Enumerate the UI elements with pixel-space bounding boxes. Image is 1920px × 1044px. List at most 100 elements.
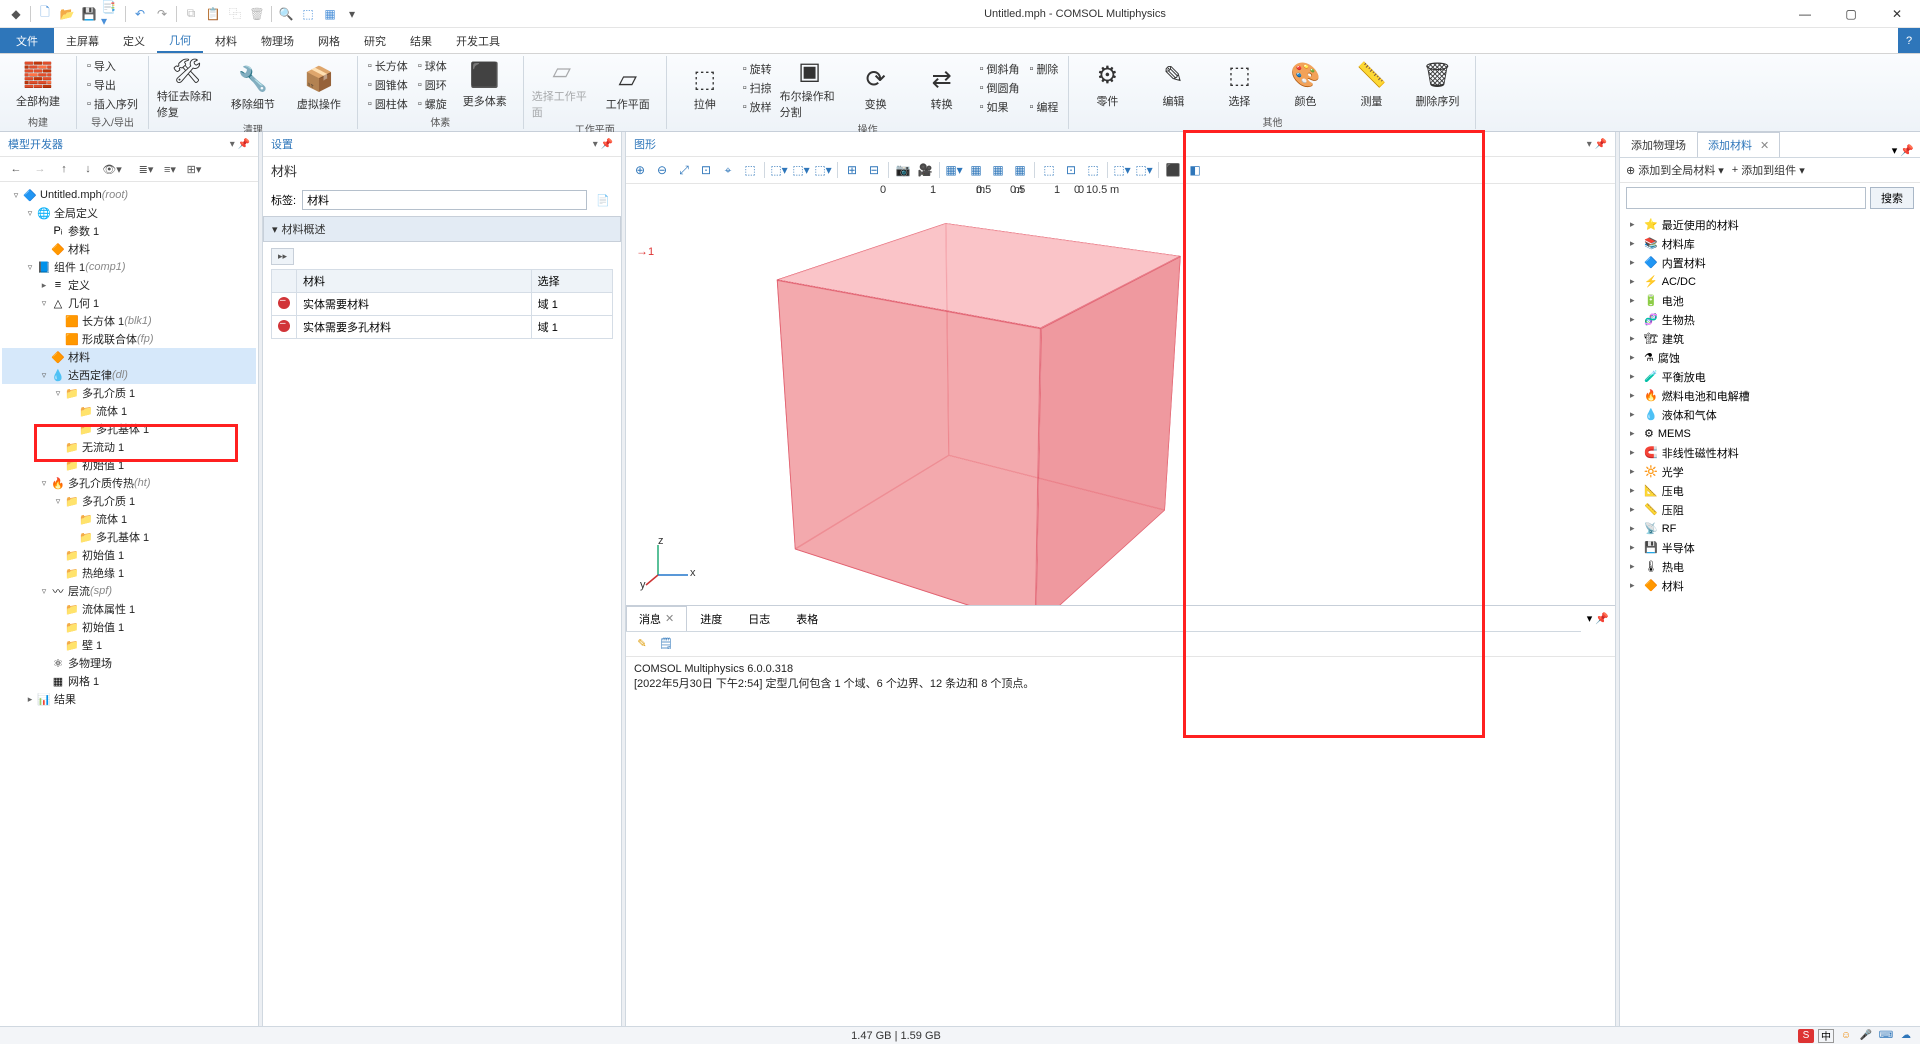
tree-up-icon[interactable]: ↑ <box>54 160 74 178</box>
material-search-button[interactable]: 搜索 <box>1870 187 1914 209</box>
qat-more-icon[interactable]: ▾ <box>342 4 362 24</box>
gfx-toolbar-icon[interactable]: ⬚▾ <box>813 160 833 180</box>
menu-tab-6[interactable]: 研究 <box>352 28 398 53</box>
menu-tab-2[interactable]: 几何 <box>157 28 203 53</box>
gfx-toolbar-icon[interactable]: ▦ <box>1010 160 1030 180</box>
ribbon-更多体素[interactable]: ⬛更多体素 <box>455 61 515 109</box>
matlib-压阻[interactable]: ▸📏压阻 <box>1624 500 1916 519</box>
ribbon-移除细节[interactable]: 🔧移除细节 <box>223 64 283 112</box>
tree-node-流体 1[interactable]: 📁流体 1 <box>2 402 256 420</box>
tree-node-初始值 1[interactable]: 📁初始值 1 <box>2 456 256 474</box>
tree-show-icon[interactable]: 👁▾ <box>102 160 122 178</box>
ribbon-导入[interactable]: ▫导入 <box>85 57 140 75</box>
tray-kb-icon[interactable]: ⌨ <box>1878 1029 1894 1043</box>
matlib-液体和气体[interactable]: ▸💧液体和气体 <box>1624 405 1916 424</box>
gfx-toolbar-icon[interactable]: ⊟ <box>864 160 884 180</box>
msgs-tab-日志[interactable]: 日志 <box>735 606 783 631</box>
menu-tab-8[interactable]: 开发工具 <box>444 28 512 53</box>
qat-select-icon[interactable]: ⬚ <box>298 4 318 24</box>
tree-node-初始值 1[interactable]: 📁初始值 1 <box>2 546 256 564</box>
tree-node-材料[interactable]: 🔶材料 <box>2 240 256 258</box>
qat-redo-icon[interactable]: ↷ <box>152 4 172 24</box>
gfx-toolbar-icon[interactable]: 📷 <box>893 160 913 180</box>
ribbon-圆柱体[interactable]: ▫圆柱体 <box>366 95 410 113</box>
tree-node-流体 1[interactable]: 📁流体 1 <box>2 510 256 528</box>
settings-pin-icon[interactable]: ▾ 📌 <box>593 139 613 150</box>
tree-node-网格 1[interactable]: ▦网格 1 <box>2 672 256 690</box>
file-menu[interactable]: 文件 <box>0 28 54 53</box>
ime-lang[interactable]: 中 <box>1818 1029 1834 1043</box>
tree-expand-icon[interactable]: ≣▾ <box>136 160 156 178</box>
tree-filter-icon[interactable]: ⊞▾ <box>184 160 204 178</box>
matlib-光学[interactable]: ▸🔆光学 <box>1624 462 1916 481</box>
tab-add-physics[interactable]: 添加物理场 <box>1620 132 1697 157</box>
ribbon-放样[interactable]: ▫放样 <box>741 98 774 116</box>
tree-node-无流动 1[interactable]: 📁无流动 1 <box>2 438 256 456</box>
help-button[interactable]: ? <box>1898 28 1920 53</box>
msgs-clear-icon[interactable]: ✎ <box>632 635 652 653</box>
tree-node-全局定义[interactable]: ▿🌐全局定义 <box>2 204 256 222</box>
gfx-toolbar-icon[interactable]: ⊡ <box>696 160 716 180</box>
ribbon-倒斜角[interactable]: ▫倒斜角 <box>978 60 1022 78</box>
gfx-toolbar-icon[interactable]: ⬚▾ <box>791 160 811 180</box>
matlib-热电[interactable]: ▸🌡热电 <box>1624 557 1916 576</box>
gfx-toolbar-icon[interactable]: ⬚▾ <box>769 160 789 180</box>
ribbon-工作平面[interactable]: ▱工作平面 <box>598 64 658 112</box>
tree-node-多孔介质 1[interactable]: ▿📁多孔介质 1 <box>2 492 256 510</box>
ribbon-变换[interactable]: ⟳变换 <box>846 64 906 112</box>
ribbon-零件[interactable]: ⚙零件 <box>1077 61 1137 109</box>
ribbon-编程[interactable]: ▫编程 <box>1028 98 1061 116</box>
tree-node-多物理场[interactable]: ⚛多物理场 <box>2 654 256 672</box>
ribbon-拉伸[interactable]: ⬚拉伸 <box>675 64 735 112</box>
tray-smile-icon[interactable]: ☺ <box>1838 1029 1854 1043</box>
menu-tab-0[interactable]: 主屏幕 <box>54 28 111 53</box>
tree-back-icon[interactable]: ← <box>6 160 26 178</box>
gfx-toolbar-icon[interactable]: ⊖ <box>652 160 672 180</box>
menu-tab-5[interactable]: 网格 <box>306 28 352 53</box>
msgs-tab-表格[interactable]: 表格 <box>783 606 831 631</box>
tree-node-热绝缘 1[interactable]: 📁热绝缘 1 <box>2 564 256 582</box>
msgs-log-icon[interactable]: 🗒 <box>656 635 676 653</box>
matlib-压电[interactable]: ▸📐压电 <box>1624 481 1916 500</box>
gfx-toolbar-icon[interactable]: ⬚▾ <box>1134 160 1154 180</box>
ribbon-编辑[interactable]: ✎编辑 <box>1143 61 1203 109</box>
matlib-材料库[interactable]: ▸📚材料库 <box>1624 234 1916 253</box>
panel-pin-icon[interactable]: ▾ 📌 <box>230 139 250 150</box>
tree-node-壁 1[interactable]: 📁壁 1 <box>2 636 256 654</box>
gfx-toolbar-icon[interactable]: ⊕ <box>630 160 650 180</box>
ribbon-删除序列[interactable]: 🗑删除序列 <box>1407 61 1467 109</box>
matlib-最近使用的材料[interactable]: ▸⭐最近使用的材料 <box>1624 215 1916 234</box>
qat-undo-icon[interactable]: ↶ <box>130 4 150 24</box>
ribbon-插入序列[interactable]: ▫插入序列 <box>85 95 140 113</box>
section-toggle-icon[interactable]: ▾ <box>272 223 278 236</box>
matlib-材料[interactable]: ▸🔶材料 <box>1624 576 1916 595</box>
tray-cloud-icon[interactable]: ☁ <box>1898 1029 1914 1043</box>
matlib-半导体[interactable]: ▸💾半导体 <box>1624 538 1916 557</box>
matlib-电池[interactable]: ▸🔋电池 <box>1624 291 1916 310</box>
ribbon-扫掠[interactable]: ▫扫掠 <box>741 79 774 97</box>
tree-node-多孔介质传热[interactable]: ▿🔥多孔介质传热 (ht) <box>2 474 256 492</box>
ribbon-螺旋[interactable]: ▫螺旋 <box>416 95 449 113</box>
tree-node-参数 1[interactable]: Pᵢ参数 1 <box>2 222 256 240</box>
ribbon-如果[interactable]: ▫如果 <box>978 98 1022 116</box>
qat-save-icon[interactable]: 💾 <box>79 4 99 24</box>
ribbon-布尔操作和分割[interactable]: ▣布尔操作和分割 <box>780 56 840 120</box>
ribbon-导出[interactable]: ▫导出 <box>85 76 140 94</box>
gfx-toolbar-icon[interactable]: ⬚ <box>1083 160 1103 180</box>
tree-collapse-icon[interactable]: ≡▾ <box>160 160 180 178</box>
msgs-pin-icon[interactable]: ▾ 📌 <box>1581 612 1615 625</box>
maximize-button[interactable]: ▢ <box>1828 0 1874 28</box>
close-icon[interactable]: ✕ <box>1760 139 1769 152</box>
matlib-平衡放电[interactable]: ▸🧪平衡放电 <box>1624 367 1916 386</box>
gfx-toolbar-icon[interactable]: ⊞ <box>842 160 862 180</box>
material-row[interactable]: 实体需要多孔材料域 1 <box>272 316 613 339</box>
label-field-input[interactable] <box>302 190 587 210</box>
tree-node-Untitled.mph[interactable]: ▿🔷Untitled.mph (root) <box>2 186 256 204</box>
ribbon-颜色[interactable]: 🎨颜色 <box>1275 61 1335 109</box>
qat-find-icon[interactable]: 🔍 <box>276 4 296 24</box>
tree-node-几何 1[interactable]: ▿△几何 1 <box>2 294 256 312</box>
matlib-非线性磁性材料[interactable]: ▸🧲非线性磁性材料 <box>1624 443 1916 462</box>
graphics-cube[interactable] <box>786 224 1186 605</box>
ribbon-倒圆角[interactable]: ▫倒圆角 <box>978 79 1022 97</box>
material-search-input[interactable] <box>1626 187 1866 209</box>
